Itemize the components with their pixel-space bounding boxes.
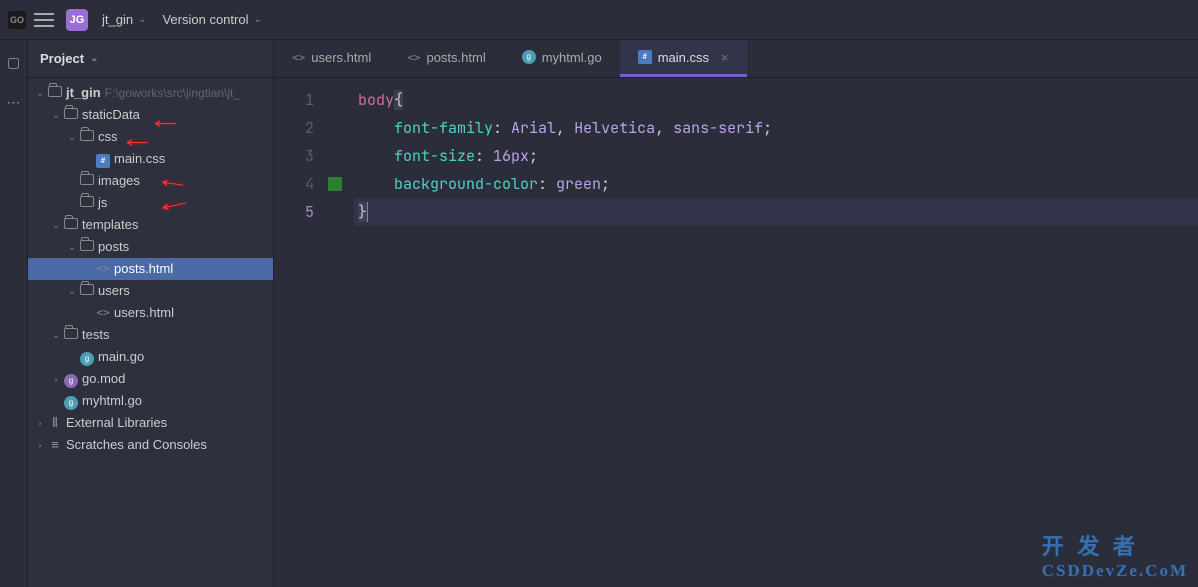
project-selector[interactable]: jt_gin ⌄ (94, 8, 154, 31)
tree-file-myhtml-go[interactable]: g myhtml.go (28, 390, 273, 412)
tree-folder-tests[interactable]: ⌄ tests (28, 324, 273, 346)
project-sidebar: Project ⌄ ⌄ jt_gin F:\goworks\src\jingti… (28, 40, 274, 587)
folder-icon (80, 284, 94, 295)
root-name: jt_gin (64, 83, 101, 103)
chevron-down-icon: ⌄ (34, 83, 46, 103)
tree-folder-users[interactable]: ⌄ users (28, 280, 273, 302)
code-content[interactable]: body{ font-family: Arial, Helvetica, san… (348, 78, 1198, 587)
tree-folder-templates[interactable]: ⌄ templates (28, 214, 273, 236)
editor-tabs: <> users.html <> posts.html g myhtml.go … (274, 40, 1198, 78)
tree-folder-js[interactable]: js (28, 192, 273, 214)
root-path: F:\goworks\src\jingtian\jt_ (101, 83, 240, 103)
more-icon[interactable]: ⋯ (4, 92, 24, 112)
editor-area: <> users.html <> posts.html g myhtml.go … (274, 40, 1198, 587)
folder-icon (64, 328, 78, 339)
tab-label: myhtml.go (542, 50, 602, 65)
css-file-icon: # (638, 50, 652, 64)
app-icon: GO (8, 11, 26, 29)
project-tool-header[interactable]: Project ⌄ (28, 40, 273, 78)
project-tree: ⌄ jt_gin F:\goworks\src\jingtian\jt_ ⌄ s… (28, 78, 273, 460)
tree-external-libraries[interactable]: ›⫴ External Libraries (28, 412, 273, 434)
color-swatch-icon[interactable] (328, 177, 342, 191)
tab-label: main.css (658, 50, 709, 65)
tree-file-main-go[interactable]: g main.go (28, 346, 273, 368)
close-icon[interactable]: × (721, 50, 729, 65)
go-mod-icon: g (64, 374, 78, 388)
project-name-label: jt_gin (102, 12, 133, 27)
folder-icon (48, 86, 62, 97)
folder-icon (64, 108, 78, 119)
tab-users-html[interactable]: <> users.html (274, 40, 389, 77)
go-file-icon: g (64, 396, 78, 410)
html-file-icon: <> (94, 259, 112, 279)
line-gutter: 1 2 3 4 5 (274, 78, 324, 587)
folder-icon (80, 174, 94, 185)
chevron-down-icon: ⌄ (253, 14, 261, 25)
sidebar-title: Project (40, 51, 84, 66)
tree-file-main-css[interactable]: # main.css (28, 148, 273, 170)
hamburger-icon[interactable] (34, 13, 54, 27)
go-file-icon: g (522, 50, 536, 64)
tree-file-go-mod[interactable]: › g go.mod (28, 368, 273, 390)
tab-label: users.html (311, 50, 371, 65)
folder-icon (80, 196, 94, 207)
tree-folder-images[interactable]: images (28, 170, 273, 192)
tab-main-css[interactable]: # main.css × (620, 40, 747, 77)
folder-icon[interactable]: ▢ (4, 52, 24, 72)
version-control-selector[interactable]: Version control ⌄ (154, 8, 269, 31)
tree-scratches[interactable]: ›≡ Scratches and Consoles (28, 434, 273, 456)
html-file-icon: <> (407, 51, 420, 64)
folder-icon (80, 240, 94, 251)
folder-icon (80, 130, 94, 141)
tree-file-users-html[interactable]: <> users.html (28, 302, 273, 324)
title-bar: GO JG jt_gin ⌄ Version control ⌄ (0, 0, 1198, 40)
tree-folder-posts[interactable]: ⌄ posts (28, 236, 273, 258)
vc-label: Version control (162, 12, 248, 27)
tree-root[interactable]: ⌄ jt_gin F:\goworks\src\jingtian\jt_ (28, 82, 273, 104)
css-file-icon: # (96, 154, 110, 168)
tab-posts-html[interactable]: <> posts.html (389, 40, 504, 77)
go-file-icon: g (80, 352, 94, 366)
watermark: 开 发 者 CSDDevZe.CoM (1042, 529, 1188, 581)
tree-folder-css[interactable]: ⌄ css (28, 126, 273, 148)
tab-myhtml-go[interactable]: g myhtml.go (504, 40, 620, 77)
code-editor[interactable]: 1 2 3 4 5 body{ font-family: Arial, Helv… (274, 78, 1198, 587)
folder-icon (64, 218, 78, 229)
library-icon: ⫴ (46, 413, 64, 433)
scratches-icon: ≡ (46, 435, 64, 455)
project-badge: JG (66, 9, 88, 31)
tree-file-posts-html[interactable]: <> posts.html (28, 258, 273, 280)
tab-label: posts.html (426, 50, 485, 65)
tree-folder-staticdata[interactable]: ⌄ staticData (28, 104, 273, 126)
left-tool-rail: ▢ ⋯ (0, 40, 28, 587)
html-file-icon: <> (94, 303, 112, 323)
marker-gutter (324, 78, 348, 587)
html-file-icon: <> (292, 51, 305, 64)
chevron-down-icon: ⌄ (138, 14, 146, 25)
main-layout: ▢ ⋯ Project ⌄ ⌄ jt_gin F:\goworks\src\ji… (0, 40, 1198, 587)
chevron-down-icon: ⌄ (90, 53, 98, 64)
